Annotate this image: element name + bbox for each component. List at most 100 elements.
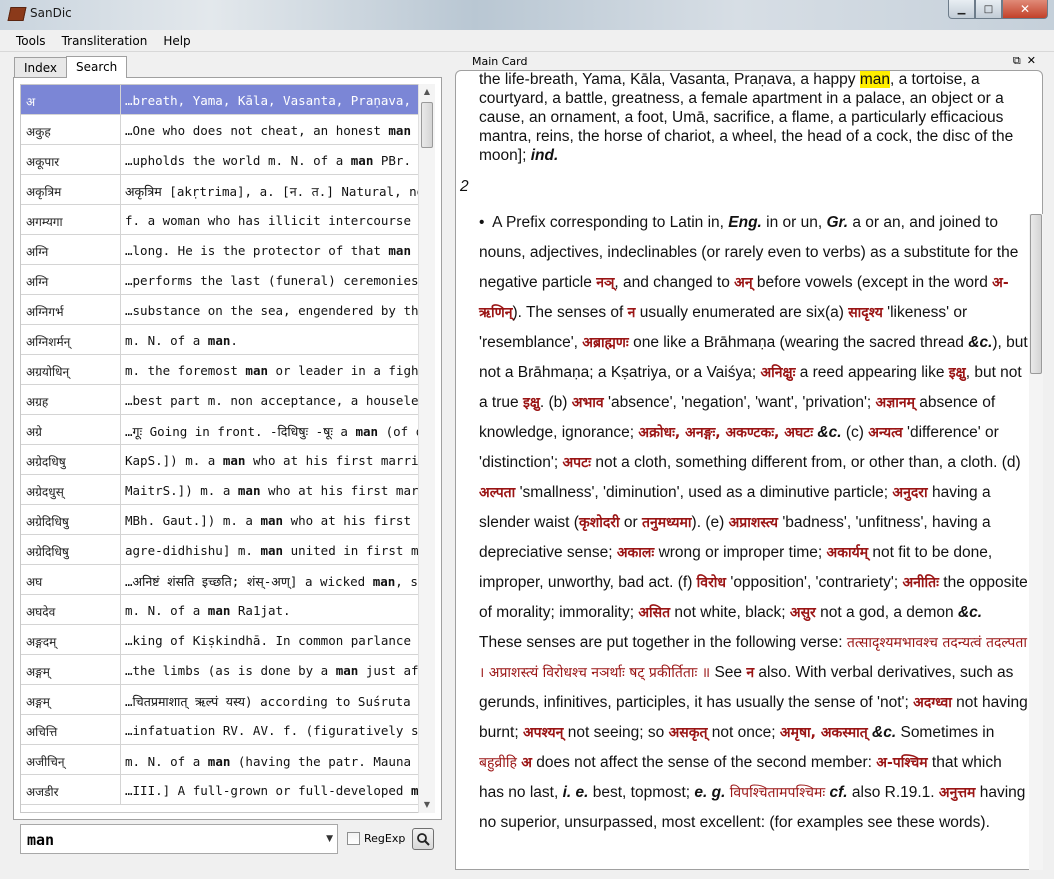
result-row[interactable]: अग्रे …गूः Going in front. -दिधिषुः -षूः …: [21, 415, 418, 445]
scroll-thumb[interactable]: [421, 102, 433, 148]
result-row[interactable]: अ …breath, Yama, Kāla, Vasanta, Praṇava, …: [21, 85, 418, 115]
result-word: अग्रयोधिन्: [21, 355, 121, 384]
menu-help[interactable]: Help: [155, 34, 198, 48]
match-term: man: [335, 663, 359, 678]
result-word: अङ्गम्: [21, 685, 121, 714]
main-card-title: Main Card: [472, 55, 528, 68]
result-row[interactable]: अग्रेदिधिषु agre-didhishu] m. man united …: [21, 535, 418, 565]
search-bar: man ▼ RegExp: [14, 820, 442, 860]
result-snippet: …गूः Going in front. -दिधिषुः -षूः a man…: [125, 424, 418, 439]
match-term: man: [245, 363, 268, 378]
match-term: man: [388, 123, 411, 138]
close-button[interactable]: ✕: [1002, 0, 1048, 19]
match-term: man: [372, 574, 396, 589]
close-icon[interactable]: ✕: [1027, 54, 1042, 67]
card-scrollbar[interactable]: [1029, 214, 1043, 870]
card-scroll-thumb[interactable]: [1030, 214, 1042, 374]
result-snippet: …अनिष्टं शंसति इच्छति; शंस्-अण्] a wicke…: [125, 574, 418, 589]
result-word: अग्निगर्भ: [21, 295, 121, 324]
result-row[interactable]: अग्रयोधिन् m. the foremost man or leader …: [21, 355, 418, 385]
results-scrollbar[interactable]: ▲ ▼: [418, 84, 435, 813]
menu-tools[interactable]: Tools: [8, 34, 54, 48]
result-snippet: m. N. of a man Ra1jat.: [125, 603, 291, 618]
result-row[interactable]: अग्रेदिधिषु MBh. Gaut.]) m. a man who at …: [21, 505, 418, 535]
result-snippet: KapS.]) m. a man who at his first marria…: [125, 453, 418, 468]
result-word: अजीचिन्: [21, 745, 121, 774]
result-row[interactable]: अङ्गम् …चितप्रमाशात् ऋल्पं यस्य) accordin…: [21, 685, 418, 715]
result-word: अग्नि: [21, 235, 121, 264]
result-snippet: …substance on the sea, engendered by the: [125, 303, 418, 318]
result-row[interactable]: अग्नि …long. He is the protector of that …: [21, 235, 418, 265]
result-row[interactable]: अग्रेदधुस् MaitrS.]) m. a man who at his …: [21, 475, 418, 505]
menu-bar: Tools Transliteration Help: [0, 30, 1054, 52]
tab-search[interactable]: Search: [66, 56, 128, 78]
result-snippet: …One who does not cheat, an honest man: [125, 123, 411, 138]
result-snippet: m. N. of a man (having the patr. Mauna म…: [125, 754, 418, 769]
result-snippet: …the limbs (as is done by a man just aft…: [125, 663, 418, 678]
main-card: the life-breath, Yama, Kāla, Vasanta, Pr…: [455, 70, 1043, 870]
entry-text: the life-breath, Yama, Kāla, Vasanta, Pr…: [460, 71, 1029, 838]
result-word: अग्रेदधिषु: [21, 445, 121, 474]
search-button[interactable]: [412, 828, 434, 850]
float-icon[interactable]: ⧉: [1013, 54, 1027, 67]
search-highlight: man: [859, 71, 891, 88]
search-query[interactable]: man: [27, 831, 54, 849]
result-word: अघदेव: [21, 595, 121, 624]
result-snippet: …performs the last (funeral) ceremonies …: [125, 273, 418, 288]
app-icon: [7, 7, 27, 21]
result-row[interactable]: अकूपार …upholds the world m. N. of a man …: [21, 145, 418, 175]
title-bar: SanDic ▁ □ ✕: [0, 0, 1054, 30]
tab-index[interactable]: Index: [14, 57, 68, 77]
result-word: अग्निशर्मन्: [21, 325, 121, 354]
search-combobox[interactable]: man ▼: [20, 824, 338, 854]
result-row[interactable]: अग्नि …performs the last (funeral) ceremo…: [21, 265, 418, 295]
main-card-header: Main Card ⧉✕: [452, 52, 1048, 70]
match-term: man: [207, 603, 231, 618]
result-row[interactable]: अकुह …One who does not cheat, an honest m…: [21, 115, 418, 145]
result-row[interactable]: अग्निगर्भ …substance on the sea, engender…: [21, 295, 418, 325]
result-row[interactable]: अग्रेदधिषु KapS.]) m. a man who at his fi…: [21, 445, 418, 475]
result-word: अ: [21, 85, 121, 114]
match-term: man: [260, 513, 284, 528]
result-row[interactable]: अगम्यगा f. a woman who has illicit interc…: [21, 205, 418, 235]
result-row[interactable]: अङ्गदम् …king of Kiṣkindhā. In common par…: [21, 625, 418, 655]
result-word: अगम्यगा: [21, 205, 121, 234]
left-tabs: Index Search: [14, 56, 128, 78]
result-row[interactable]: अघदेव m. N. of a man Ra1jat.: [21, 595, 418, 625]
result-snippet: …long. He is the protector of that man w…: [125, 243, 411, 258]
search-icon: [417, 833, 430, 846]
result-row[interactable]: अकृत्रिम अकृत्रिम [akṛtrima], a. [न. त.] …: [21, 175, 418, 205]
result-row[interactable]: अजीचिन् m. N. of a man (having the patr. …: [21, 745, 418, 775]
result-word: अचित्ति: [21, 715, 121, 744]
result-word: अङ्गदम्: [21, 625, 121, 654]
result-row[interactable]: अग्रह …best part m. non acceptance, a hou…: [21, 385, 418, 415]
result-snippet: m. N. of a man.: [125, 333, 238, 348]
menu-transliteration[interactable]: Transliteration: [54, 34, 156, 48]
chevron-down-icon[interactable]: ▼: [326, 834, 333, 844]
regexp-label: RegExp: [364, 832, 406, 845]
result-snippet: m. the foremost man or leader in a fight: [125, 363, 418, 378]
scroll-down-arrow-icon[interactable]: ▼: [419, 797, 435, 813]
match-term: man: [350, 153, 374, 168]
entry-intro: the life-breath, Yama, Kāla, Vasanta, Pr…: [479, 71, 1014, 164]
match-term: man: [388, 243, 411, 258]
results-list: अ …breath, Yama, Kāla, Vasanta, Praṇava, …: [20, 84, 418, 813]
result-snippet: MBh. Gaut.]) m. a man who at his first m…: [125, 513, 418, 528]
result-word: अघ: [21, 565, 121, 594]
minimize-button[interactable]: ▁: [948, 0, 975, 19]
maximize-button[interactable]: □: [975, 0, 1002, 19]
scroll-up-arrow-icon[interactable]: ▲: [419, 84, 435, 100]
result-word: अकूपार: [21, 145, 121, 174]
result-word: अग्रेदधुस्: [21, 475, 121, 504]
regexp-option[interactable]: RegExp: [347, 832, 405, 845]
regexp-checkbox[interactable]: [347, 832, 360, 845]
sense-definition: • A Prefix corresponding to Latin in, En…: [479, 214, 1028, 831]
result-row[interactable]: अजडीर …III.] A full-grown or full-develop…: [21, 775, 418, 805]
result-row[interactable]: अग्निशर्मन् m. N. of a man.: [21, 325, 418, 355]
result-word: अङ्गम्: [21, 655, 121, 684]
result-word: अजडीर: [21, 775, 121, 804]
result-row[interactable]: अचित्ति …infatuation RV. AV. f. (figurati…: [21, 715, 418, 745]
result-row[interactable]: अङ्गम् …the limbs (as is done by a man ju…: [21, 655, 418, 685]
result-word: अकुह: [21, 115, 121, 144]
result-row[interactable]: अघ …अनिष्टं शंसति इच्छति; शंस्-अण्] a wic…: [21, 565, 418, 595]
